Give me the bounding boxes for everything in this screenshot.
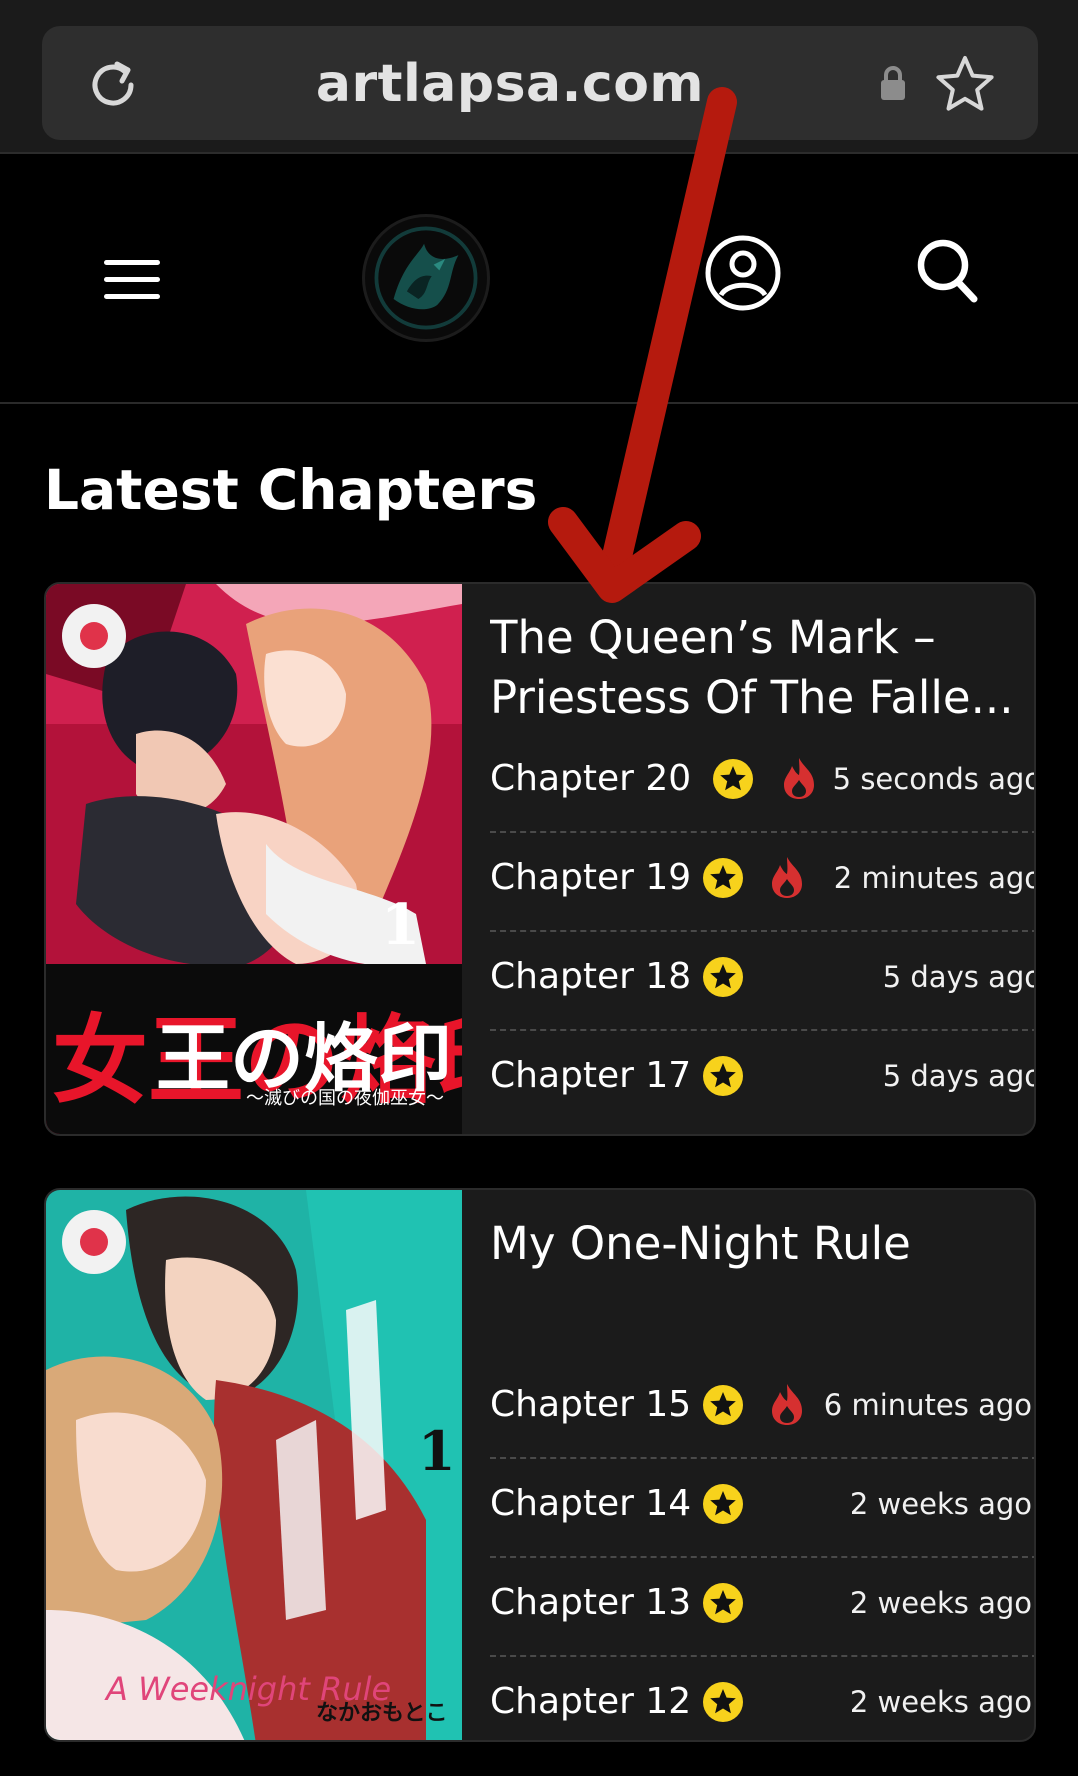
series-info: The Queen’s Mark – Priestess Of The Fall… [490,584,1036,1134]
reload-icon[interactable] [84,56,142,114]
chapter-row[interactable]: Chapter 13 2 weeks ago [490,1558,1034,1657]
cover-subtitle: 〜滅びの国の夜伽巫女〜 [246,1088,444,1109]
chapter-link[interactable]: Chapter 13 [490,1582,691,1623]
chapter-row[interactable]: Chapter 20 5 seconds ago [490,734,1036,833]
chapter-link[interactable]: Chapter 19 [490,857,691,898]
url-text[interactable]: artlapsa.com [150,54,870,114]
fire-badge-icon [772,1384,802,1425]
star-badge-icon [703,1583,743,1623]
chapter-time: 5 seconds ago [832,762,1036,796]
chapter-time: 6 minutes ago [823,1388,1032,1422]
chapter-link[interactable]: Chapter 18 [490,956,691,997]
bookmark-star-icon[interactable] [934,54,996,114]
account-icon[interactable] [704,234,782,312]
chapter-link[interactable]: Chapter 20 [490,758,691,799]
chapter-row[interactable]: Chapter 15 6 minutes ago [490,1360,1034,1459]
star-badge-icon [703,858,743,898]
star-badge-icon [703,957,743,997]
cover-volume: 1 [381,892,420,958]
fire-badge-icon [784,758,814,799]
browser-toolbar: artlapsa.com [0,0,1078,154]
chapter-link[interactable]: Chapter 14 [490,1483,691,1524]
record-badge-icon [62,604,126,668]
fire-badge-icon [772,857,802,898]
star-badge-icon [703,1682,743,1722]
star-badge-icon [703,1385,743,1425]
site-header [0,156,1078,404]
star-badge-icon [713,759,753,799]
hamburger-menu-icon[interactable] [104,260,160,302]
star-badge-icon [703,1484,743,1524]
chapter-time: 2 weeks ago [849,1685,1032,1719]
chapter-time: 2 weeks ago [849,1586,1032,1620]
chapter-link[interactable]: Chapter 15 [490,1384,691,1425]
chapter-time: 5 days ago [882,1059,1036,1093]
series-info: My One-Night Rule Chapter 15 6 minutes ag… [490,1190,1034,1740]
chapter-row[interactable]: Chapter 14 2 weeks ago [490,1459,1034,1558]
series-cover-image[interactable]: 女王の烙印 王の烙印 1 〜滅びの国の夜伽巫女〜 [46,584,462,1134]
star-badge-icon [703,1056,743,1096]
chapter-link[interactable]: Chapter 12 [490,1681,691,1722]
chapter-time: 2 weeks ago [849,1487,1032,1521]
series-title[interactable]: The Queen’s Mark – Priestess Of The Fall… [490,608,1030,728]
series-card: 1 A Weeknight Rule なかおもとこ My One-Night R… [44,1188,1036,1742]
lock-icon[interactable] [878,64,908,102]
series-cover-image[interactable]: 1 A Weeknight Rule なかおもとこ [46,1190,462,1740]
site-logo[interactable] [362,214,490,342]
chapter-time: 5 days ago [882,960,1036,994]
chapter-row[interactable]: Chapter 19 2 minutes ago [490,833,1036,932]
cover-author: なかおもとこ [316,1701,448,1726]
chapter-row[interactable]: Chapter 12 2 weeks ago [490,1657,1034,1740]
cover-volume: 1 [418,1419,456,1483]
search-icon[interactable] [914,236,980,306]
section-title: Latest Chapters [44,458,538,522]
chapter-row[interactable]: Chapter 17 5 days ago [490,1031,1036,1130]
record-badge-icon [62,1210,126,1274]
chapter-row[interactable]: Chapter 18 5 days ago [490,932,1036,1031]
series-title[interactable]: My One-Night Rule [490,1214,1030,1274]
chapter-link[interactable]: Chapter 17 [490,1055,691,1096]
chapter-time: 2 minutes ago [833,861,1036,895]
series-card: 女王の烙印 王の烙印 1 〜滅びの国の夜伽巫女〜 The Queen’s Mar… [44,582,1036,1136]
